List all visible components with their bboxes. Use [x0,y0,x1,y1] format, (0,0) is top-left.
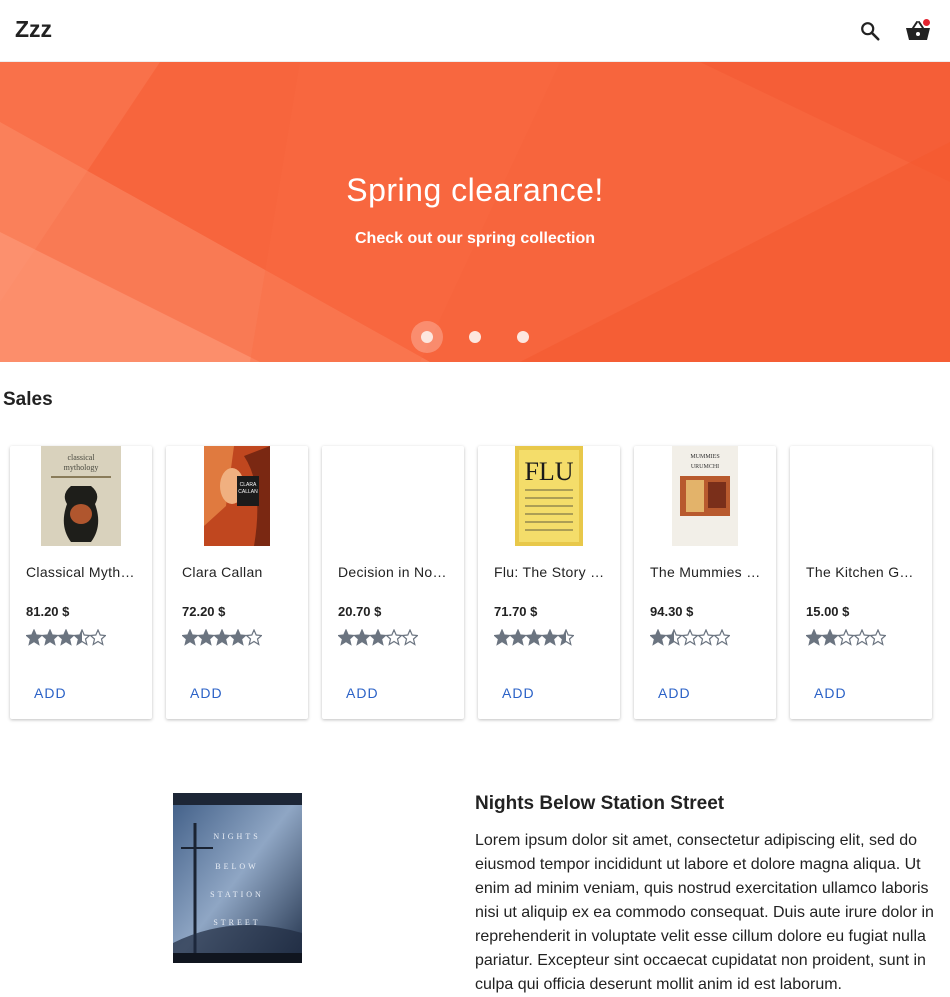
svg-text:BELOW: BELOW [215,862,258,871]
rating-stars-icon [25,628,107,647]
product-cover-image[interactable]: classical mythology [10,446,152,546]
product-cover-image[interactable]: FLU [478,446,620,546]
carousel-dot-3[interactable] [517,331,529,343]
hero-background [0,62,950,362]
product-name[interactable]: The Kitchen God's Wife [806,564,918,580]
rating-stars-icon [181,628,263,647]
product-price: 72.20 $ [182,604,226,619]
add-to-cart-button[interactable]: ADD [26,678,74,708]
product-name[interactable]: Classical Mythology [26,564,138,580]
carousel-dot-2[interactable] [469,331,481,343]
carousel-dot-1[interactable] [421,331,433,343]
product-price: 20.70 $ [338,604,382,619]
add-to-cart-button[interactable]: ADD [806,678,854,708]
svg-text:URUMCHI: URUMCHI [691,464,719,470]
product-cover-image[interactable]: MUMMIES URUMCHI [634,446,776,546]
add-to-cart-button[interactable]: ADD [650,678,698,708]
product-cover-image[interactable] [322,446,464,546]
product-card[interactable]: FLU Flu: The Story of the Great Influenza… [478,446,620,719]
add-to-cart-button[interactable]: ADD [338,678,386,708]
svg-text:FLU: FLU [524,457,573,486]
cart-button[interactable] [900,13,936,49]
svg-text:NIGHTS: NIGHTS [213,832,260,841]
product-name[interactable]: The Mummies of Urumchi [650,564,762,580]
svg-text:CALLAN: CALLAN [238,489,258,495]
product-price: 94.30 $ [650,604,694,619]
carousel-indicators [0,320,950,354]
product-price: 71.70 $ [494,604,538,619]
product-price: 81.20 $ [26,604,70,619]
featured-description: Lorem ipsum dolor sit amet, consectetur … [475,832,934,993]
product-name[interactable]: Clara Callan [182,564,294,580]
product-price: 15.00 $ [806,604,850,619]
svg-text:classical: classical [67,453,95,462]
hero-title: Spring clearance! [346,172,604,208]
product-cover-image[interactable]: CLARA CALLAN [166,446,308,546]
product-card[interactable]: The Kitchen God's Wife 15.00 $ ADD [790,446,932,719]
hero-carousel[interactable]: Spring clearance! Check out our spring c… [0,62,950,362]
product-card[interactable]: Decision in Normandy 20.70 $ ADD [322,446,464,719]
featured-cover-art: NIGHTS BELOW STATION STREET [173,793,302,963]
rating-stars-icon [805,628,887,647]
brand-title[interactable]: Zzz [15,16,52,43]
svg-text:mythology: mythology [64,463,99,472]
top-app-bar: Zzz [0,0,950,62]
cart-badge [922,18,931,27]
featured-title: Nights Below Station Street [475,793,725,814]
add-to-cart-button[interactable]: ADD [494,678,542,708]
product-card[interactable]: classicalmythology Classical Mythology 81.… [10,446,152,719]
add-to-cart-button[interactable]: ADD [182,678,230,708]
product-cover-image[interactable] [790,446,932,546]
rating-stars-icon [649,628,731,647]
search-icon [861,22,880,41]
svg-text:MUMMIES: MUMMIES [690,454,719,460]
product-name[interactable]: Flu: The Story of the Great Influenza Pa… [494,564,606,580]
product-name[interactable]: Decision in Normandy [338,564,450,580]
featured-book-cover[interactable]: NIGHTS BELOW STATION STREET [173,793,302,963]
rating-stars-icon [493,628,575,647]
svg-text:STATION: STATION [210,890,264,899]
svg-text:STREET: STREET [213,918,260,927]
search-button[interactable] [852,13,888,49]
hero-subtitle: Check out our spring collection [354,230,596,247]
rating-stars-icon [337,628,419,647]
sales-heading: Sales [3,389,53,410]
svg-text:CLARA: CLARA [240,482,257,488]
product-card[interactable]: CLARA CALLAN Clara Callan 72.20 $ ADD [166,446,308,719]
product-card[interactable]: MUMMIES URUMCHI The Mummies of Urumchi 94.3… [634,446,776,719]
